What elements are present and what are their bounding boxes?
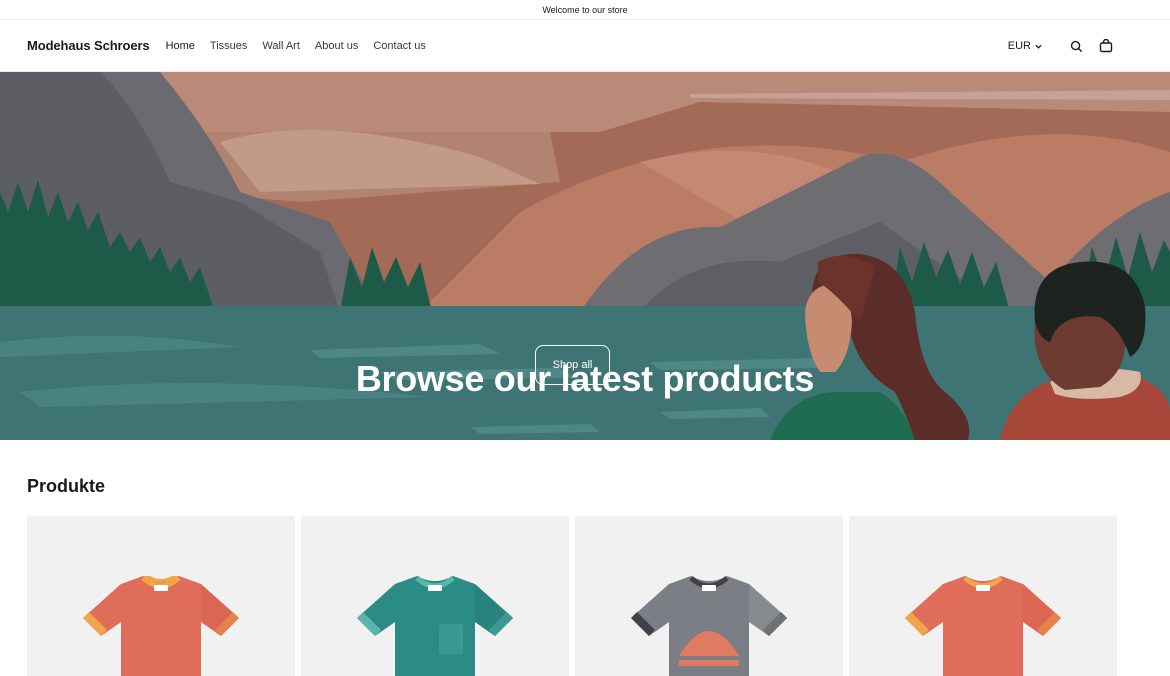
product-card[interactable] bbox=[575, 516, 843, 676]
search-button[interactable] bbox=[1068, 38, 1084, 54]
main-nav: Home Tissues Wall Art About us Contact u… bbox=[166, 40, 441, 52]
nav-tissues[interactable]: Tissues bbox=[210, 40, 248, 52]
site-header: Modehaus Schroers Home Tissues Wall Art … bbox=[0, 20, 1170, 72]
nav-wall-art[interactable]: Wall Art bbox=[262, 40, 300, 52]
nav-contact-us[interactable]: Contact us bbox=[373, 40, 426, 52]
chevron-down-icon bbox=[1035, 44, 1042, 49]
shop-all-button[interactable]: Shop all bbox=[535, 345, 610, 385]
product-card[interactable] bbox=[301, 516, 569, 676]
currency-selector[interactable]: EUR bbox=[1008, 40, 1043, 52]
shopping-bag-icon bbox=[1099, 39, 1113, 53]
nav-about-us[interactable]: About us bbox=[315, 40, 358, 52]
product-grid bbox=[27, 516, 1117, 676]
announcement-text: Welcome to our store bbox=[542, 4, 628, 15]
header-actions: EUR bbox=[1008, 20, 1114, 72]
nav-home[interactable]: Home bbox=[166, 40, 195, 52]
tshirt-coral-image bbox=[83, 576, 239, 676]
tshirt-teal-image bbox=[357, 576, 513, 676]
product-card[interactable] bbox=[27, 516, 295, 676]
cart-button[interactable] bbox=[1098, 38, 1114, 54]
currency-label: EUR bbox=[1007, 40, 1031, 52]
announcement-bar: Welcome to our store bbox=[0, 0, 1170, 20]
tshirt-coral-image bbox=[905, 576, 1061, 676]
tshirt-gray-image bbox=[631, 576, 787, 676]
product-card[interactable] bbox=[849, 516, 1117, 676]
search-icon bbox=[1070, 40, 1082, 52]
store-logo[interactable]: Modehaus Schroers bbox=[27, 38, 150, 53]
products-section-title: Produkte bbox=[27, 476, 106, 496]
